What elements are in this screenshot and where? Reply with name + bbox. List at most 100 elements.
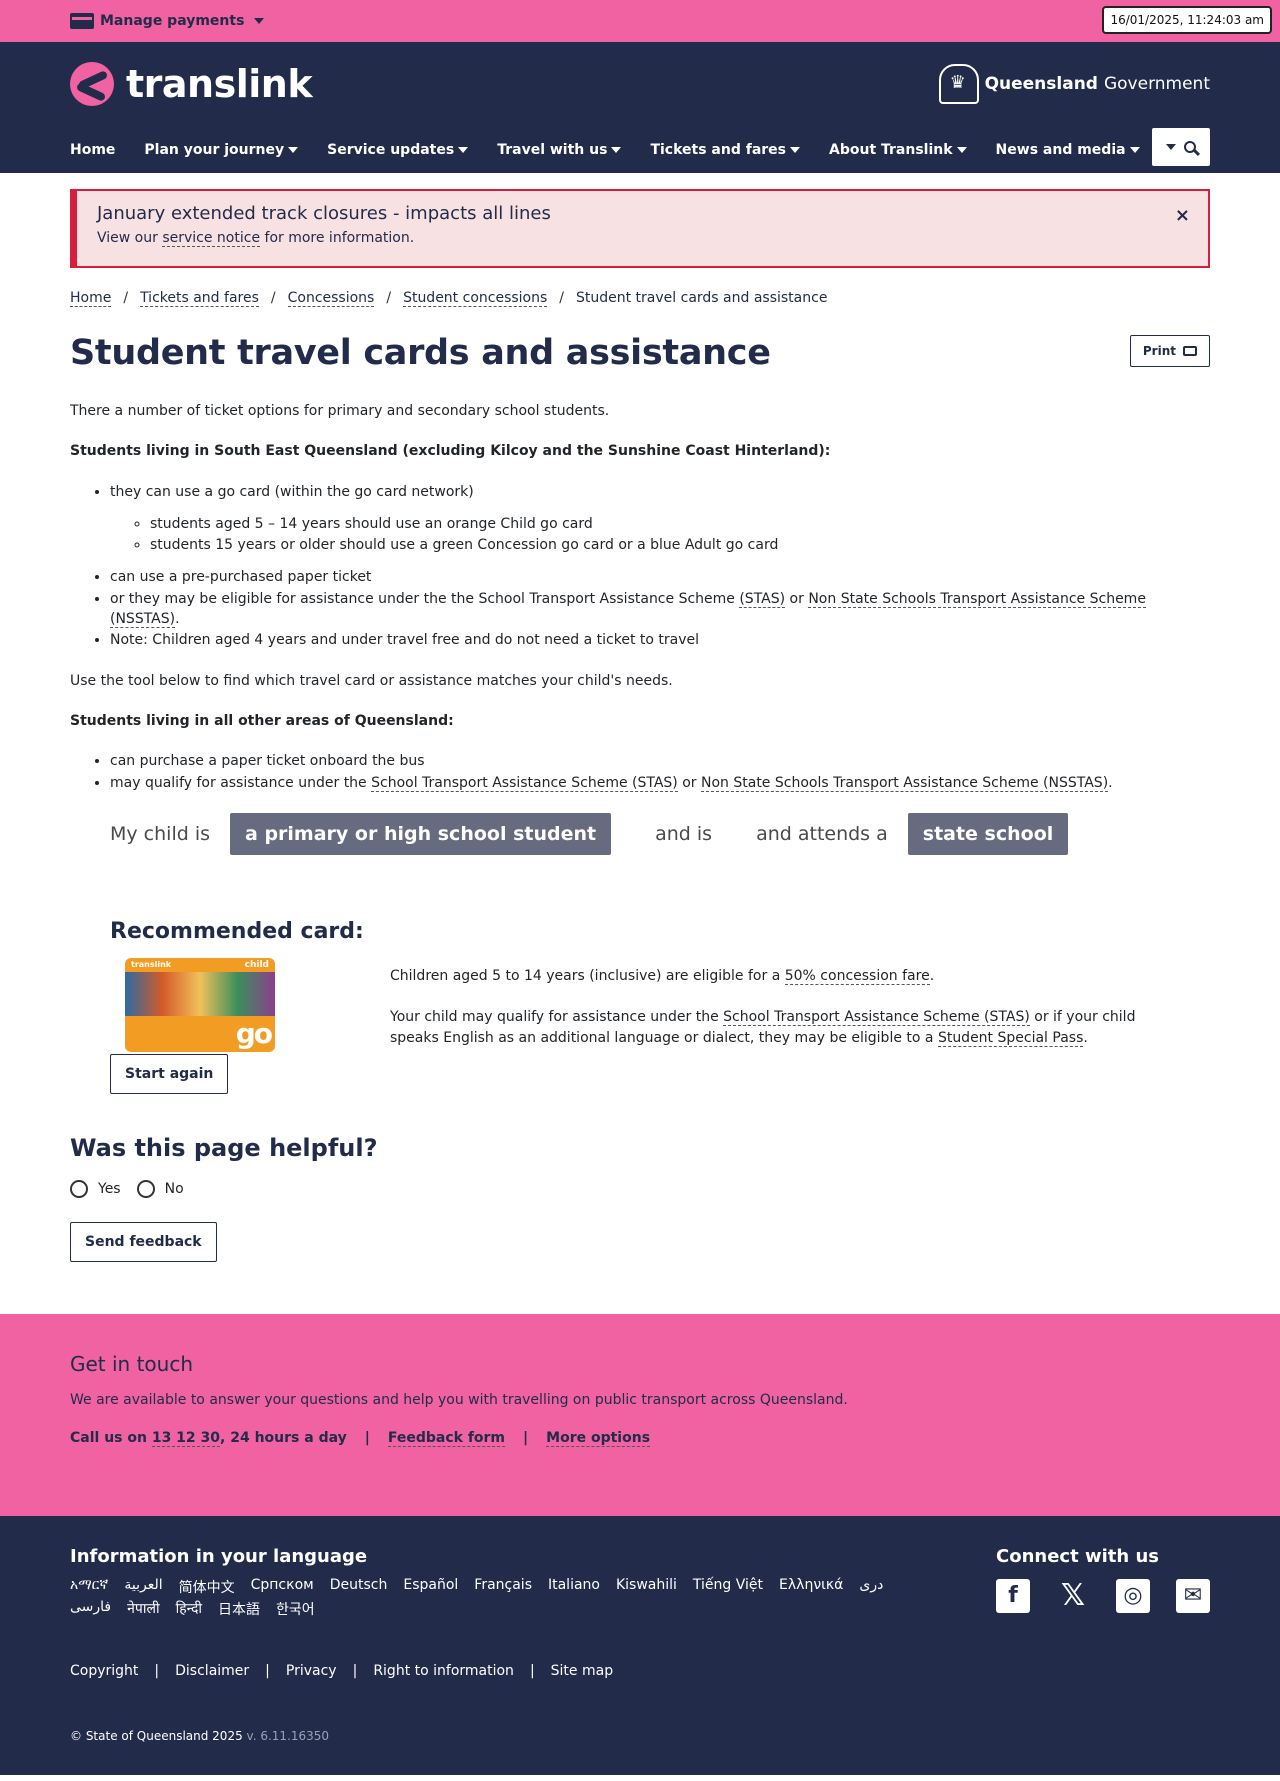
nav-tickets-and-fares[interactable]: Tickets and fares (650, 142, 800, 158)
language-link[interactable]: Español (403, 1577, 458, 1597)
separator: | (523, 1429, 529, 1446)
nav-plan-your-journey[interactable]: Plan your journey (144, 141, 299, 158)
text: Your child may qualify for assistance un… (390, 1008, 724, 1025)
connect-section: Connect with us f 𝕏 ◎ ✉ (996, 1546, 1210, 1619)
separator: | (265, 1662, 270, 1679)
nav-about-translink[interactable]: About Translink (829, 142, 967, 158)
site-header: translink Queensland Government Home Pla… (0, 42, 1280, 173)
search-icon (1184, 141, 1196, 153)
coat-of-arms-icon (938, 64, 979, 104)
yes-radio[interactable] (70, 1179, 88, 1198)
nav-home[interactable]: Home (70, 142, 115, 158)
tool-text: and attends a (756, 822, 888, 845)
language-link[interactable]: नेपाली (127, 1599, 159, 1619)
x-twitter-icon[interactable]: 𝕏 (1056, 1578, 1090, 1613)
instagram-icon[interactable]: ◎ (1116, 1578, 1150, 1613)
student-special-pass-link[interactable]: Student Special Pass (937, 1029, 1084, 1047)
no-label: No (164, 1180, 184, 1197)
start-again-button[interactable]: Start again (110, 1053, 229, 1094)
other-list: can purchase a paper ticket onboard the … (110, 751, 1210, 793)
call-us: Call us on 13 12 30, 24 hours a day (70, 1429, 347, 1447)
list-item-text: they can use a go card (within the go ca… (110, 483, 474, 500)
language-link[interactable]: Deutsch (330, 1577, 388, 1597)
language-link[interactable]: Tiếng Việt (693, 1577, 763, 1597)
breadcrumb-home[interactable]: Home (70, 290, 112, 307)
queensland-government-logo[interactable]: Queensland Government (938, 64, 1210, 104)
alert-text: for more information. (260, 230, 415, 246)
language-link[interactable]: Ελληνικά (779, 1577, 843, 1597)
more-options-link[interactable]: More options (546, 1430, 651, 1447)
language-link[interactable]: አማርኛ (70, 1577, 108, 1597)
print-button[interactable]: Print (1129, 335, 1210, 367)
list-item: they can use a go card (within the go ca… (110, 482, 1210, 556)
nsstas-link[interactable]: Non State Schools Transport Assistance S… (701, 774, 1109, 792)
gov-name-bold: Queensland (984, 74, 1098, 94)
language-link[interactable]: Italiano (548, 1577, 600, 1597)
copyright-link[interactable]: Copyright (70, 1663, 138, 1679)
breadcrumb-student-concessions[interactable]: Student concessions (403, 290, 548, 307)
stas-link[interactable]: School Transport Assistance Scheme (STAS… (723, 1008, 1030, 1026)
list-item-text: or (785, 590, 809, 607)
get-in-touch: Get in touch We are available to answer … (0, 1313, 1280, 1516)
student-type-select[interactable]: a primary or high school student (230, 812, 612, 855)
school-type-select[interactable]: state school (907, 812, 1069, 855)
send-feedback-button[interactable]: Send feedback (70, 1221, 217, 1262)
language-link[interactable]: 한국어 (276, 1599, 315, 1619)
tool-text: and is (655, 822, 713, 845)
no-radio[interactable] (136, 1179, 155, 1198)
disclaimer-link[interactable]: Disclaimer (175, 1663, 249, 1679)
card-finder-tool: My child is a primary or high school stu… (110, 812, 1210, 855)
stas-link[interactable]: School Transport Assistance Scheme (STAS… (371, 774, 678, 792)
phone-link[interactable]: 13 12 30 (151, 1429, 221, 1447)
email-icon[interactable]: ✉ (1176, 1578, 1210, 1613)
list-item-text: or (677, 774, 701, 791)
text: Children aged 5 to 14 years (inclusive) … (390, 967, 785, 984)
language-link[interactable]: فارسی (70, 1599, 111, 1619)
language-link[interactable]: 日本語 (218, 1599, 260, 1619)
translink-logo[interactable]: translink (70, 62, 313, 106)
stas-link[interactable]: (STAS) (739, 590, 786, 608)
nav-service-updates[interactable]: Service updates (327, 141, 469, 158)
breadcrumb-current: Student travel cards and assistance (576, 290, 828, 306)
seq-heading: Students living in South East Queensland… (70, 443, 831, 460)
alert-banner: January extended track closures - impact… (70, 189, 1210, 268)
concession-fare-link[interactable]: 50% concession fare (784, 967, 930, 985)
facebook-icon[interactable]: f (996, 1578, 1030, 1613)
language-link[interactable]: Српском (251, 1577, 314, 1597)
site-map-link[interactable]: Site map (551, 1663, 613, 1679)
nav-label: Plan your journey (144, 141, 285, 158)
nav-label: Service updates (327, 141, 455, 158)
language-link[interactable]: Français (474, 1577, 532, 1597)
breadcrumb-concessions[interactable]: Concessions (287, 290, 375, 307)
language-link[interactable]: دری (859, 1577, 883, 1597)
search-button[interactable] (1152, 128, 1210, 166)
breadcrumb-tickets-and-fares[interactable]: Tickets and fares (140, 290, 259, 307)
chevron-down-icon (956, 146, 967, 153)
separator: | (364, 1429, 370, 1446)
clock-overlay: 16/01/2025, 11:24:03 am (1102, 6, 1272, 34)
language-link[interactable]: 简体中文 (179, 1577, 235, 1597)
recommended-card-section: Recommended card: translink child go Sta… (110, 919, 1210, 1094)
chevron-down-icon (288, 146, 299, 153)
breadcrumb-separator: / (559, 290, 564, 306)
service-notice-link[interactable]: service notice (162, 230, 261, 247)
language-link[interactable]: हिन्दी (176, 1599, 202, 1619)
card-photo-band (125, 971, 275, 1016)
nav-travel-with-us[interactable]: Travel with us (497, 141, 622, 158)
language-link[interactable]: Kiswahili (616, 1577, 677, 1597)
main-nav: Home Plan your journey Service updates T… (70, 126, 1210, 173)
language-link[interactable]: العربية (124, 1577, 162, 1597)
card-go-logo: go (235, 1016, 273, 1050)
close-icon[interactable]: × (1175, 205, 1190, 226)
list-item-text: may qualify for assistance under the (110, 774, 372, 791)
privacy-link[interactable]: Privacy (286, 1663, 337, 1679)
nav-news-and-media[interactable]: News and media (996, 142, 1140, 158)
language-heading: Information in your language (70, 1545, 368, 1567)
page-feedback: Was this page helpful? Yes No Send feedb… (70, 1134, 1210, 1262)
feedback-form-link[interactable]: Feedback form (387, 1430, 506, 1447)
chevron-down-icon (254, 18, 265, 24)
nav-label: Travel with us (497, 141, 608, 158)
right-to-information-link[interactable]: Right to information (373, 1663, 514, 1679)
utility-bar: Manage payments 16/01/2025, 11:24:03 am (0, 0, 1280, 42)
manage-payments-menu[interactable]: Manage payments (70, 13, 265, 29)
